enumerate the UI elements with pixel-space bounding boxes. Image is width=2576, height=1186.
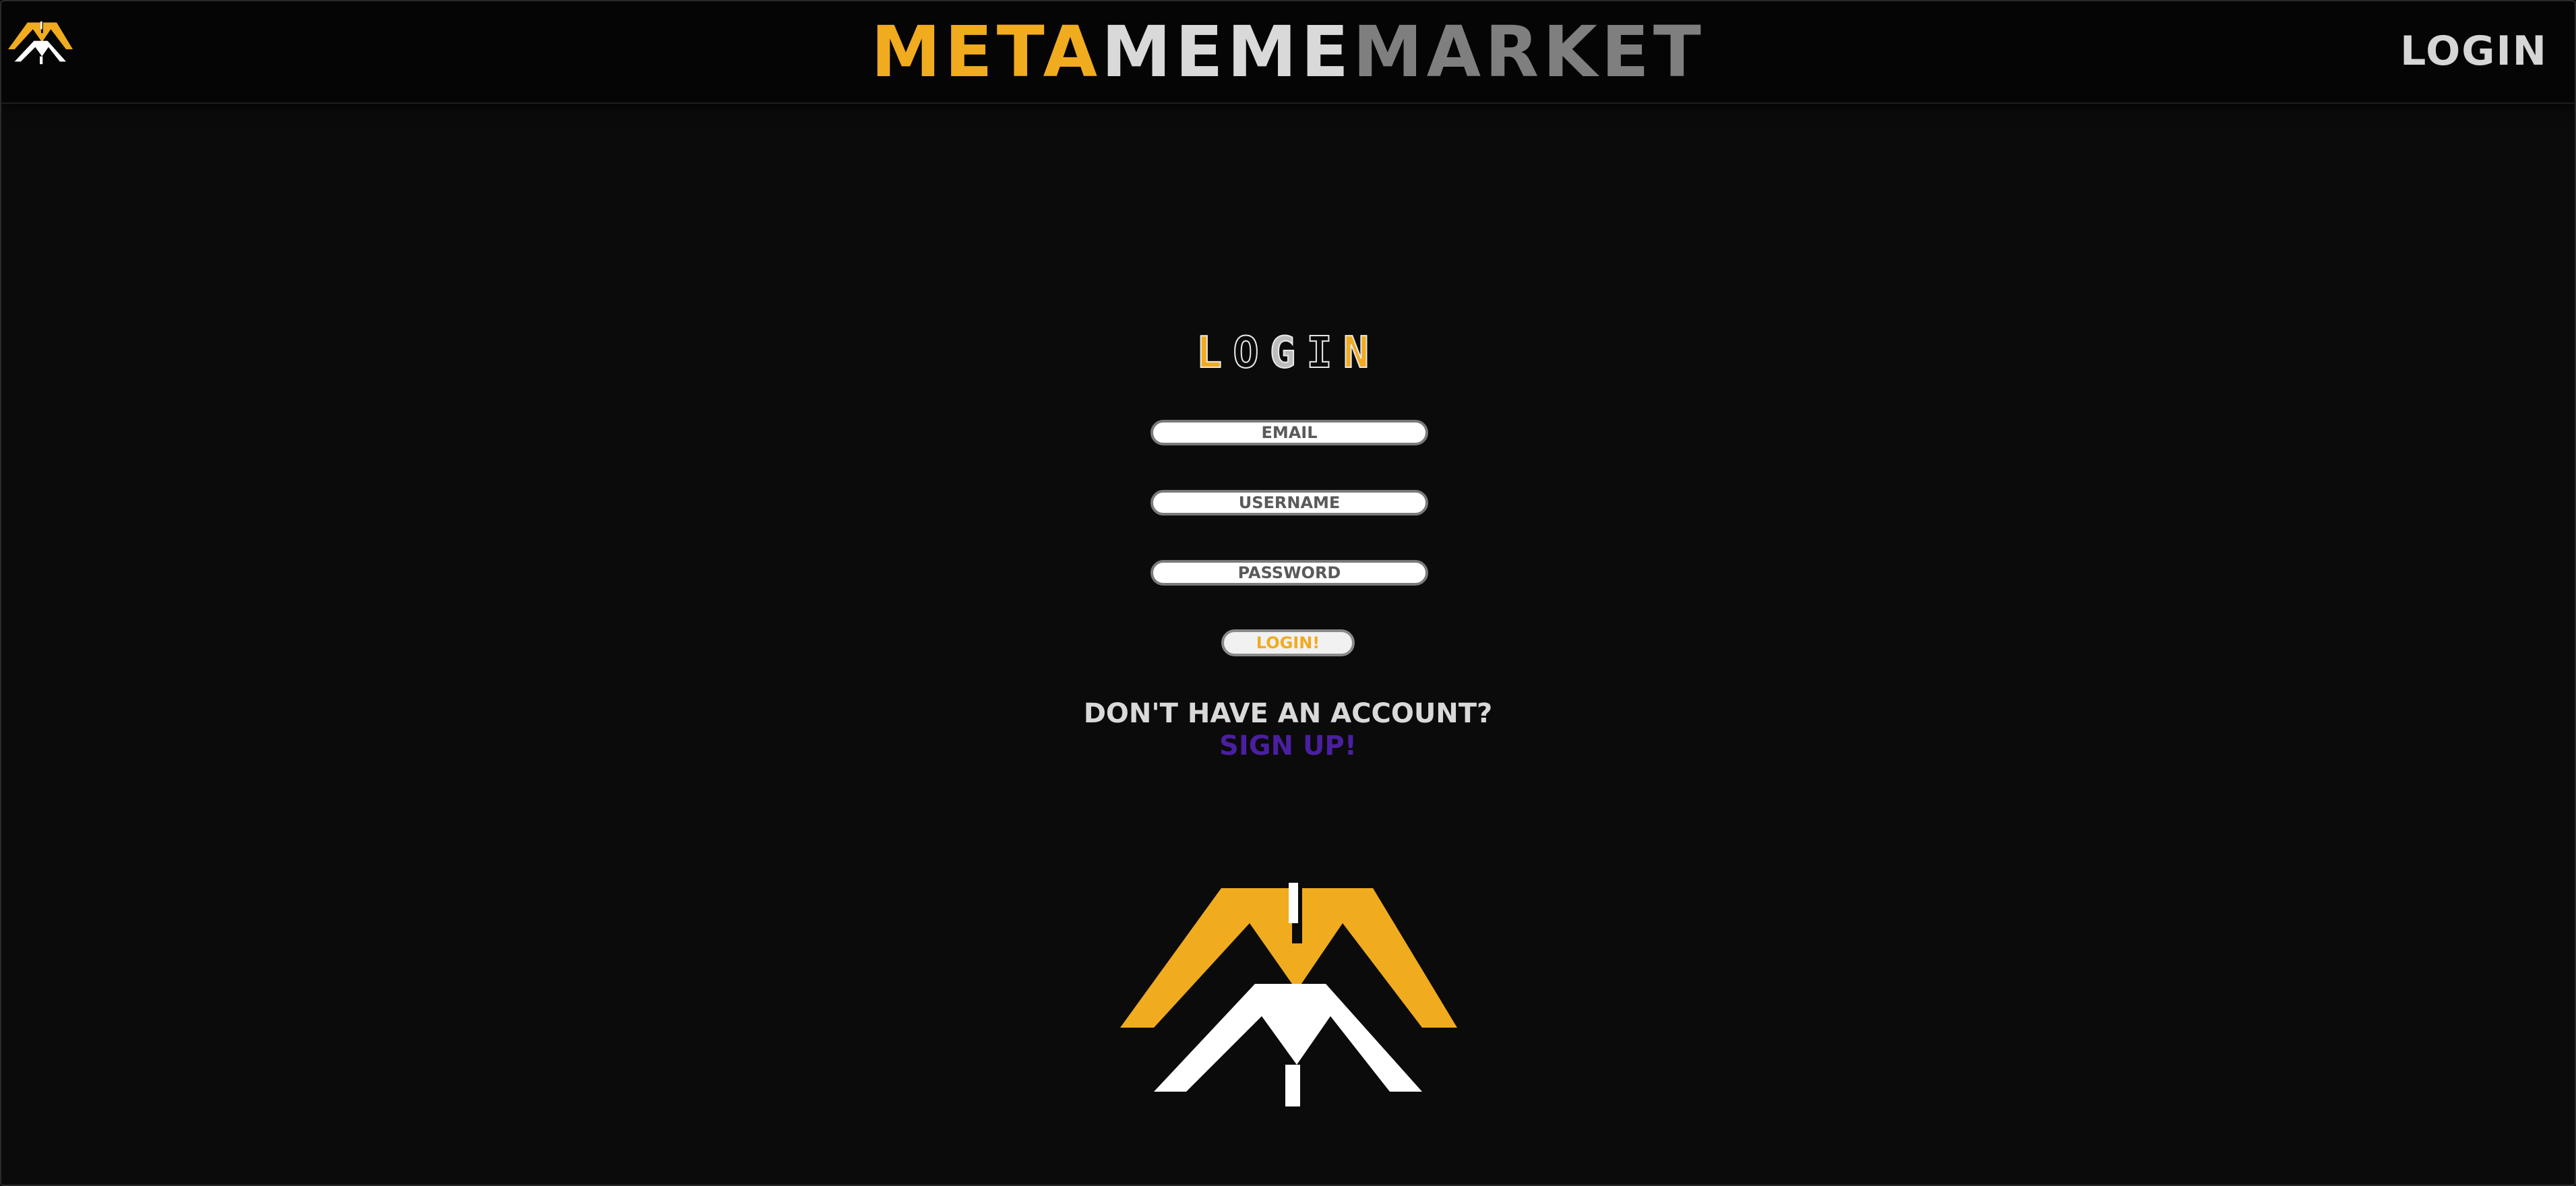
signup-link[interactable]: SIGN UP! <box>1 729 2575 763</box>
mm-logo-icon <box>1120 883 1457 1106</box>
title-letter: I <box>1306 327 1343 379</box>
brand-meta: META <box>871 11 1102 93</box>
top-navbar: METAMEMEMARKET LOGIN <box>1 1 2575 104</box>
title-letter: L <box>1196 327 1233 379</box>
title-letter: G <box>1269 327 1307 379</box>
brand-market: MARKET <box>1353 11 1705 93</box>
brand-title: METAMEMEMARKET <box>1 15 2575 89</box>
username-input[interactable] <box>1151 490 1428 516</box>
title-letter: O <box>1232 327 1270 379</box>
email-input[interactable] <box>1151 420 1428 445</box>
no-account-text: DON'T HAVE AN ACCOUNT? <box>1083 698 1493 729</box>
title-letter: N <box>1343 327 1380 379</box>
login-submit-button[interactable]: LOGIN! <box>1221 629 1355 656</box>
app-window: METAMEMEMARKET LOGIN LOGIN LOGIN! DON'T … <box>0 0 2576 1186</box>
login-title: LOGIN <box>1 326 2575 380</box>
password-input[interactable] <box>1151 560 1428 586</box>
nav-login-link[interactable]: LOGIN <box>2400 26 2548 77</box>
brand-meme: MEME <box>1101 11 1353 93</box>
